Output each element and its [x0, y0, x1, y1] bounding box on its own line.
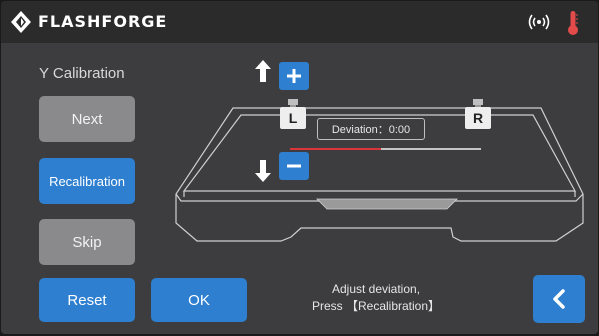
instruction-line-2: Press 【Recalibration】 [311, 299, 441, 313]
left-nozzle: L [280, 99, 306, 139]
next-button[interactable]: Next [39, 96, 135, 142]
left-nozzle-label: L [280, 107, 306, 129]
decrease-deviation-button[interactable] [279, 152, 309, 180]
instruction-line-1: Adjust deviation, [331, 282, 421, 296]
minus-icon [287, 164, 301, 168]
ok-button[interactable]: OK [151, 278, 247, 322]
brand-name: FLASHFORGE [38, 12, 168, 31]
plus-icon [287, 69, 301, 83]
top-bar: FLASHFORGE [1, 1, 598, 43]
wifi-signal-icon[interactable] [528, 13, 550, 31]
right-nozzle-label: R [465, 107, 491, 129]
increase-deviation-button[interactable] [279, 62, 309, 90]
page-title: Y Calibration [39, 65, 125, 82]
recalibration-button[interactable]: Recalibration [39, 158, 135, 204]
chevron-left-icon [553, 289, 565, 309]
arrow-up-icon [255, 60, 271, 82]
calibration-screen: FLASHFORGE Y Calibration Next Recalibrat… [1, 1, 598, 334]
instruction-text: Adjust deviation, Press 【Recalibration】 [291, 281, 461, 315]
right-nozzle: R [465, 99, 491, 139]
flashforge-logo-icon [11, 11, 31, 33]
back-button[interactable] [533, 275, 585, 323]
thermometer-icon[interactable] [567, 10, 579, 36]
reset-button[interactable]: Reset [39, 278, 135, 322]
skip-button[interactable]: Skip [39, 219, 135, 265]
arrow-down-icon [255, 160, 271, 182]
deviation-readout: Deviation：0:00 [317, 118, 425, 140]
